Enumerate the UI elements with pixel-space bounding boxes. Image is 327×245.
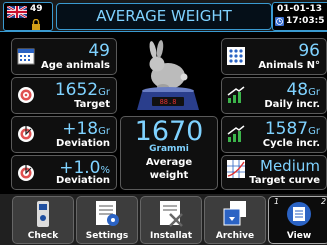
nav-installation-label: Installat [149,231,193,241]
deviation-gr-panel[interactable]: +18Gr Deviation [11,116,117,153]
deviation-percent-label: Deviation [56,175,110,186]
deviation-percent-icon [17,164,35,186]
cycle-increase-value: 1587Gr [264,119,320,139]
age-animals-panel[interactable]: 49 Age animals [11,38,117,75]
cycle-increase-label: Cycle incr. [262,138,320,149]
date-text: 01-01-13 [277,4,323,14]
daily-increase-label: Daily incr. [264,99,320,110]
uk-flag-icon [7,6,27,18]
nav-installation-button[interactable]: Installat [140,196,202,244]
daily-increase-panel[interactable]: 48Gr Daily incr. [221,77,327,114]
clock-display: 01-01-13 17:03:5 [272,2,327,31]
target-curve-value: Medium [260,157,320,175]
time-text: 17:03:5 [286,16,325,26]
deviation-gr-value: +18Gr [62,119,110,139]
nav-check-label: Check [27,231,59,241]
target-panel[interactable]: 1652Gr Target [11,77,117,114]
lock-icon [31,16,41,35]
animals-number-label: Animals N° [258,60,320,71]
language-selector[interactable]: 49 [3,2,53,31]
deviation-gr-label: Deviation [56,138,110,149]
target-curve-panel[interactable]: Medium Target curve [221,155,327,190]
target-label: Target [74,99,110,110]
target-icon [17,86,35,108]
nav-view-button[interactable]: 1 2 View [268,196,327,244]
svg-text:88.8: 88.8 [160,98,177,106]
animals-number-value: 96 [298,41,320,61]
average-weight-label: Average weight [145,157,193,181]
animals-grid-icon [227,47,245,69]
calendar-icon [17,47,35,69]
daily-increase-value: 48Gr [286,80,320,100]
cycle-increase-panel[interactable]: 1587Gr Cycle incr. [221,116,327,153]
settings-icon [92,200,122,232]
nav-check-button[interactable]: Check [12,196,74,244]
check-device-icon [28,200,58,232]
top-bar: 49 AVERAGE WEIGHT 01-01-13 17:03:5 [0,0,327,32]
nav-view-label: View [286,231,312,241]
nav-archive-label: Archive [215,231,255,241]
target-value: 1652Gr [54,80,110,100]
scale-illustration: 88.8 [119,40,217,115]
pager-next: 2 [321,197,327,206]
language-number: 49 [30,4,43,14]
average-weight-panel[interactable]: 1670 Grammi Average weight [120,116,218,190]
bottom-nav-bar: Check Settings Installat Archive 1 2 Vie… [0,194,327,245]
deviation-icon [17,125,35,147]
clock-icon [275,17,284,29]
installation-icon [156,200,186,232]
age-animals-value: 49 [88,41,110,61]
page-title: AVERAGE WEIGHT [56,3,272,30]
age-animals-label: Age animals [40,60,110,71]
curve-icon [227,160,245,182]
nav-archive-button[interactable]: Archive [204,196,266,244]
cycle-increase-icon [227,125,245,147]
daily-increase-icon [227,86,245,108]
nav-settings-button[interactable]: Settings [76,196,138,244]
target-curve-label: Target curve [249,175,320,186]
animals-number-panel[interactable]: 96 Animals N° [221,38,327,75]
average-weight-value: 1670 [134,116,204,147]
deviation-percent-panel[interactable]: +1.0% Deviation [11,155,117,190]
nav-settings-label: Settings [85,231,129,241]
pager-current: 1 [274,197,280,206]
view-icon [284,200,314,232]
rabbit-on-scale-icon: 88.8 [137,40,199,110]
archive-icon [220,200,250,232]
